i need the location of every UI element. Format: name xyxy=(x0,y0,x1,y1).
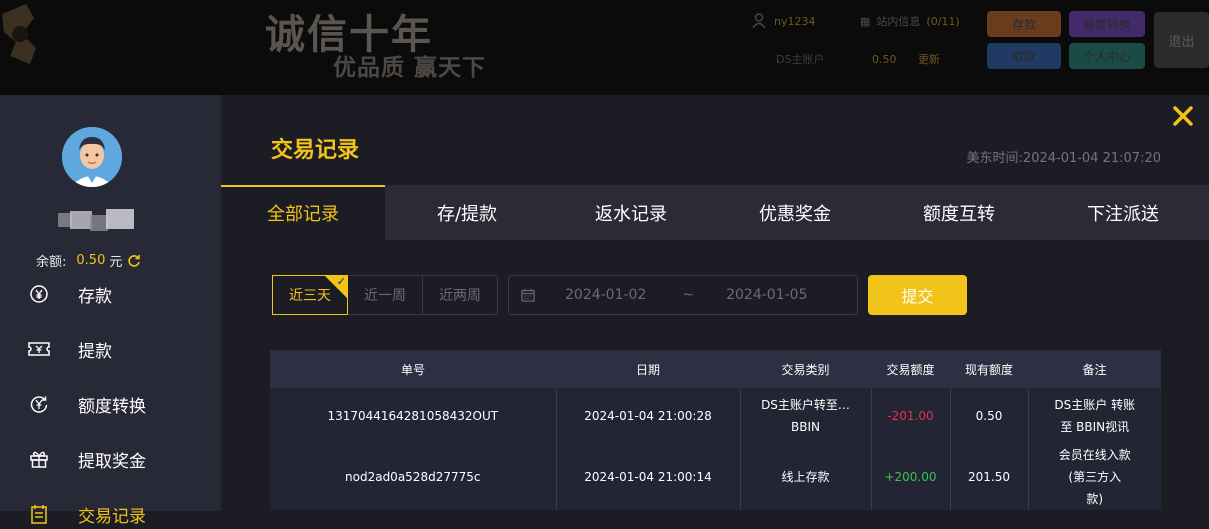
sidebar-item-bonus[interactable]: 提取奖金 xyxy=(28,444,146,474)
sidebar-item-label: 提取奖金 xyxy=(78,451,146,472)
tab-rebate[interactable]: 返水记录 xyxy=(549,185,713,240)
cell-balance: 0.50 xyxy=(950,388,1029,444)
ticket-icon xyxy=(28,338,50,360)
submit-button[interactable]: 提交 xyxy=(868,275,967,315)
balance-label: 余额: xyxy=(36,255,67,270)
header-balance: DS主账户 0.50 更新 xyxy=(776,51,940,67)
cell-remark: 会员在线入款 (第三方入 款) xyxy=(1058,448,1131,506)
tab-transfer[interactable]: 额度互转 xyxy=(877,185,1041,240)
header-personal-center-button[interactable]: 个人中心 xyxy=(1069,43,1145,69)
balance-unit: 元 xyxy=(109,255,123,270)
close-button[interactable] xyxy=(1168,101,1198,131)
sidebar-item-label: 额度转换 xyxy=(78,396,146,417)
balance-value: 0.50 xyxy=(76,253,106,268)
main-account-value: 0.50 xyxy=(871,53,897,66)
messages-count: (0/11) xyxy=(926,14,960,28)
logo-icon xyxy=(2,4,36,64)
site-header: 诚信十年 优品质 赢天下 ny1234 ▦ 站内信息 (0/11) DS主账户 … xyxy=(0,0,1209,95)
cell-date: 2024-01-04 21:00:28 xyxy=(556,388,741,444)
date-range-selector: 近三天 ✓ 近一周 近两周 xyxy=(272,275,498,315)
est-time: 美东时间:2024-01-04 21:07:20 xyxy=(967,147,1161,166)
sidebar-item-transfer[interactable]: 额度转换 xyxy=(28,389,146,419)
date-to-input[interactable]: 2024-01-05 xyxy=(726,287,807,303)
est-time-label: 美东时间: xyxy=(966,151,1023,166)
range-2-weeks[interactable]: 近两周 xyxy=(423,276,497,314)
est-time-value: 2024-01-04 21:07:20 xyxy=(1022,151,1161,166)
messages-label: 站内信息 xyxy=(876,15,921,28)
header-transfer-button[interactable]: 额度转换 xyxy=(1069,11,1145,37)
sidebar-item-label: 存款 xyxy=(78,286,112,307)
cell-order-id: 1317044164281058432OUT xyxy=(270,388,557,444)
cell-order-id: nod2ad0a528d27775c xyxy=(270,444,557,510)
range-1-week[interactable]: 近一周 xyxy=(348,276,423,314)
sidebar-item-withdraw[interactable]: 提款 xyxy=(28,334,112,364)
header-order-id: 单号 xyxy=(270,350,556,388)
cell-amount: +200.00 xyxy=(871,444,951,510)
record-icon xyxy=(28,503,50,525)
header-remark: 备注 xyxy=(1028,350,1161,388)
table-header-row: 单号 日期 交易类别 交易额度 现有额度 备注 xyxy=(270,350,1161,388)
date-from-input[interactable]: 2024-01-02 xyxy=(565,287,646,303)
main-account-label: DS主账户 xyxy=(776,53,825,66)
header-logout-button[interactable]: 退出 xyxy=(1154,12,1209,68)
cell-type: 线上存款 xyxy=(740,444,872,510)
account-sidebar: 余额: 0.50 元 存款 提款 额度转换 提取奖金 交易记录 xyxy=(0,95,221,527)
header-amount: 交易额度 xyxy=(871,350,950,388)
header-balance: 现有额度 xyxy=(950,350,1028,388)
cell-type: DS主账户转至… BBIN xyxy=(740,388,872,444)
sidebar-item-label: 提款 xyxy=(78,341,112,362)
header-refresh-link[interactable]: 更新 xyxy=(918,53,940,66)
tab-all-records[interactable]: 全部记录 xyxy=(221,185,385,240)
check-icon: ✓ xyxy=(336,275,346,288)
header-withdraw-button[interactable]: 取款 xyxy=(987,43,1061,69)
site-subslogan: 优品质 赢天下 xyxy=(333,54,487,81)
header-date: 日期 xyxy=(556,350,740,388)
records-panel: 交易记录 美东时间:2024-01-04 21:07:20 全部记录 存/提款 … xyxy=(221,95,1209,511)
calendar-icon xyxy=(521,289,535,302)
record-tabs: 全部记录 存/提款 返水记录 优惠奖金 额度互转 下注派送 xyxy=(221,185,1209,240)
header-user[interactable]: ny1234 xyxy=(752,13,815,29)
header-deposit-button[interactable]: 存款 xyxy=(987,11,1061,37)
avatar xyxy=(62,127,122,187)
sidebar-item-label: 交易记录 xyxy=(78,506,146,527)
close-icon xyxy=(1173,106,1193,126)
date-range-picker[interactable]: 2024-01-02 ~ 2024-01-05 xyxy=(508,275,858,315)
cell-balance: 201.50 xyxy=(950,444,1029,510)
range-3-days[interactable]: 近三天 ✓ xyxy=(272,275,348,315)
tab-promo-bonus[interactable]: 优惠奖金 xyxy=(713,185,877,240)
page-title: 交易记录 xyxy=(271,138,360,163)
cell-date: 2024-01-04 21:00:14 xyxy=(556,444,741,510)
sidebar-item-records[interactable]: 交易记录 xyxy=(28,499,146,529)
cell-amount: -201.00 xyxy=(871,388,951,444)
refresh-icon[interactable] xyxy=(127,254,141,268)
table-row: 1317044164281058432OUT 2024-01-04 21:00:… xyxy=(270,388,1161,444)
tab-deposit-withdraw[interactable]: 存/提款 xyxy=(385,185,549,240)
records-table: 单号 日期 交易类别 交易额度 现有额度 备注 1317044164281058… xyxy=(270,350,1161,510)
message-icon: ▦ xyxy=(860,14,871,28)
date-separator: ~ xyxy=(682,287,695,303)
yen-circle-icon xyxy=(28,283,50,305)
table-row: nod2ad0a528d27775c 2024-01-04 21:00:14 线… xyxy=(270,444,1161,510)
header-messages[interactable]: ▦ 站内信息 (0/11) xyxy=(860,13,960,29)
user-icon xyxy=(752,13,766,29)
sidebar-item-deposit[interactable]: 存款 xyxy=(28,279,112,309)
exchange-icon xyxy=(28,393,50,415)
header-type: 交易类别 xyxy=(740,350,871,388)
sidebar-balance: 余额: 0.50 元 xyxy=(36,251,141,270)
cell-remark: DS主账户 转账至 BBIN视讯 xyxy=(1054,398,1136,434)
gift-icon xyxy=(28,448,50,470)
username-redacted xyxy=(58,209,134,231)
tab-bet-payout[interactable]: 下注派送 xyxy=(1041,185,1205,240)
header-username: ny1234 xyxy=(774,14,816,28)
